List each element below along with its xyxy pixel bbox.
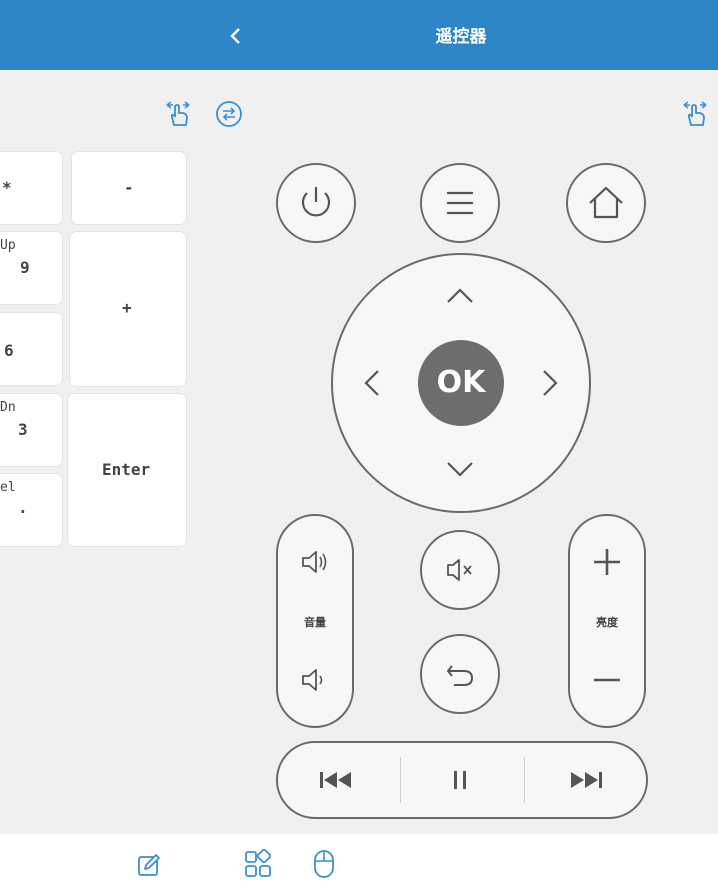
keypad-key-dot-del[interactable]: el .: [0, 474, 62, 546]
home-icon: [589, 186, 623, 219]
apps-icon: [245, 848, 272, 877]
previous-icon: [320, 772, 351, 788]
chevron-down-icon: [447, 462, 473, 477]
brightness-down-button[interactable]: [589, 662, 625, 698]
switch-mode-button[interactable]: [214, 99, 244, 129]
apps-button[interactable]: [242, 848, 274, 880]
return-icon: [446, 665, 474, 686]
key-sublabel: Dn: [0, 400, 16, 415]
app-header: 遥控器: [0, 0, 718, 70]
keypad-key-9-pageup[interactable]: Up 9: [0, 232, 62, 304]
next-button[interactable]: [564, 764, 606, 796]
edit-icon: [138, 854, 160, 876]
key-label: +: [122, 298, 132, 317]
keypad-key-plus[interactable]: +: [70, 232, 186, 386]
volume-up-icon: [302, 551, 327, 573]
keypad-key-asterisk[interactable]: *: [0, 152, 62, 224]
keypad-key-enter[interactable]: Enter: [68, 394, 186, 546]
keypad-key-minus[interactable]: -: [72, 152, 186, 224]
brightness-label: 亮度: [596, 616, 618, 629]
volume-label: 音量: [304, 616, 326, 629]
home-button[interactable]: [566, 163, 646, 243]
menu-button[interactable]: [420, 163, 500, 243]
key-label: *: [2, 178, 12, 197]
bottom-toolbar: [0, 834, 718, 892]
dpad-up-button[interactable]: [440, 280, 480, 310]
minus-icon: [594, 678, 620, 682]
mute-button[interactable]: [420, 530, 500, 610]
power-button[interactable]: [276, 163, 356, 243]
dpad-down-button[interactable]: [440, 455, 480, 485]
mouse-mode-button[interactable]: [310, 848, 338, 880]
mouse-icon: [314, 850, 334, 878]
mute-icon: [447, 559, 472, 581]
divider: [400, 757, 401, 803]
chevron-right-icon: [543, 370, 558, 396]
next-icon: [571, 772, 602, 788]
volume-down-button[interactable]: [297, 662, 333, 698]
brightness-up-button[interactable]: [589, 544, 625, 580]
key-label: 3: [18, 420, 28, 439]
plus-icon: [594, 549, 620, 575]
key-sublabel: Up: [0, 238, 16, 253]
return-button[interactable]: [420, 634, 500, 714]
key-label: Enter: [102, 460, 151, 479]
volume-up-button[interactable]: [297, 544, 333, 580]
switch-icon: [216, 101, 242, 127]
chevron-left-icon: [364, 370, 379, 396]
divider: [524, 757, 525, 803]
chevron-up-icon: [447, 288, 473, 303]
key-label: 9: [20, 258, 30, 277]
power-icon: [301, 187, 331, 217]
keypad-key-6[interactable]: 6: [0, 313, 62, 385]
key-label: .: [18, 498, 28, 517]
volume-down-icon: [302, 669, 323, 691]
hand-gesture-icon: [683, 101, 707, 126]
dpad-right-button[interactable]: [536, 363, 566, 403]
pause-icon: [454, 771, 466, 789]
page-title: 遥控器: [435, 27, 487, 47]
gesture-toggle-button[interactable]: [163, 99, 193, 129]
edit-button[interactable]: [134, 850, 164, 880]
keypad-key-3-pagedown[interactable]: Dn 3: [0, 394, 62, 466]
pause-button[interactable]: [442, 764, 478, 796]
menu-icon: [447, 191, 473, 215]
key-sublabel: el: [0, 480, 16, 495]
key-label: -: [124, 178, 134, 197]
previous-button[interactable]: [316, 764, 358, 796]
hand-gesture-icon: [166, 101, 190, 126]
ok-button[interactable]: OK: [418, 340, 504, 426]
dpad-left-button[interactable]: [356, 363, 386, 403]
key-label: 6: [4, 341, 14, 360]
gesture-toggle-button-right[interactable]: [680, 99, 710, 129]
